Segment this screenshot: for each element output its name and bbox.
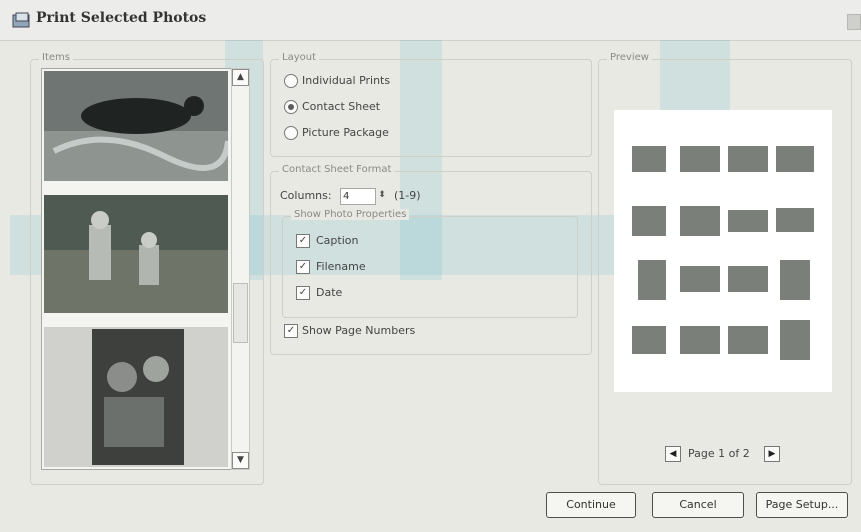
preview-thumbnail (632, 206, 666, 236)
date-checkbox[interactable]: ✓ (296, 286, 310, 300)
individual-prints-label[interactable]: Individual Prints (302, 74, 390, 87)
preview-thumbnail (680, 146, 720, 172)
chevron-down-icon[interactable]: ▼ (232, 452, 249, 469)
continue-button[interactable]: Continue (546, 492, 636, 518)
preview-page (614, 110, 832, 392)
photo-children-field (44, 195, 228, 313)
cancel-button[interactable]: Cancel (652, 492, 744, 518)
preview-thumbnail (728, 266, 768, 292)
date-label[interactable]: Date (316, 286, 342, 299)
window-title: Print Selected Photos (36, 10, 207, 26)
show-page-numbers-checkbox[interactable]: ✓ (284, 324, 298, 338)
preview-thumbnail (728, 326, 768, 354)
preview-thumbnail (632, 146, 666, 172)
preview-thumbnail (680, 206, 720, 236)
page-setup-button[interactable]: Page Setup... (756, 492, 848, 518)
page-indicator: Page 1 of 2 (688, 447, 750, 460)
chevron-left-icon[interactable]: ◀ (665, 446, 681, 462)
columns-range: (1-9) (394, 189, 421, 202)
preview-thumbnail (728, 146, 768, 172)
filename-checkbox[interactable]: ✓ (296, 260, 310, 274)
items-scrollbar[interactable]: ▲ ▼ (231, 68, 250, 470)
photo-thumbnail[interactable] (44, 71, 231, 181)
preview-thumbnail (780, 320, 810, 360)
picture-package-radio[interactable] (284, 126, 298, 140)
title-bar: Print Selected Photos (0, 0, 861, 41)
preview-group-label: Preview (607, 52, 652, 63)
photo-dog-splash (44, 71, 231, 181)
caption-label[interactable]: Caption (316, 234, 358, 247)
preview-thumbnail (776, 146, 814, 172)
columns-label: Columns: (280, 189, 332, 202)
show-page-numbers-label[interactable]: Show Page Numbers (302, 324, 415, 337)
preview-thumbnail (728, 210, 768, 232)
preview-thumbnail (780, 260, 810, 300)
picture-package-label[interactable]: Picture Package (302, 126, 389, 139)
photo-woman-dog (44, 327, 228, 467)
photo-thumbnail[interactable] (44, 327, 228, 467)
scroll-thumb[interactable] (233, 283, 248, 343)
individual-prints-radio[interactable] (284, 74, 298, 88)
columns-input[interactable]: 4 (340, 188, 376, 205)
contact-sheet-format-label: Contact Sheet Format (279, 164, 395, 175)
photo-thumbnail[interactable] (44, 195, 228, 313)
filename-label[interactable]: Filename (316, 260, 366, 273)
print-photos-icon (12, 12, 30, 28)
caption-checkbox[interactable]: ✓ (296, 234, 310, 248)
show-photo-properties-label: Show Photo Properties (291, 209, 410, 220)
preview-thumbnail (638, 260, 666, 300)
preview-thumbnail (776, 208, 814, 232)
preview-thumbnail (632, 326, 666, 354)
items-group-label: Items (39, 52, 73, 63)
preview-thumbnail (680, 266, 720, 292)
chevron-right-icon[interactable]: ▶ (764, 446, 780, 462)
preview-thumbnail (680, 326, 720, 354)
close-icon[interactable] (847, 14, 861, 30)
chevron-up-icon[interactable]: ▲ (232, 69, 249, 86)
contact-sheet-radio[interactable] (284, 100, 298, 114)
columns-spinner[interactable]: ⬍ (376, 188, 388, 203)
items-list[interactable] (41, 68, 233, 470)
layout-group-label: Layout (279, 52, 319, 63)
contact-sheet-label[interactable]: Contact Sheet (302, 100, 380, 113)
